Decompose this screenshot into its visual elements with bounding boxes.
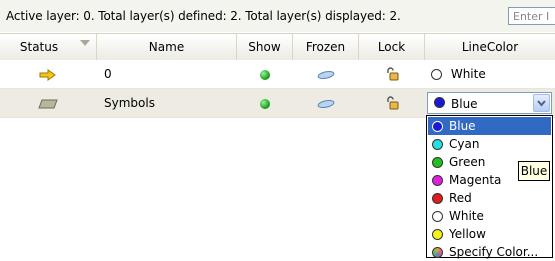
layer-name-cell[interactable]: Symbols <box>104 89 234 117</box>
show-cell[interactable] <box>237 60 292 88</box>
white-swatch-icon <box>431 69 442 80</box>
column-label-linecolor: LineColor <box>461 40 519 54</box>
option-label: Specify Color... <box>449 245 539 259</box>
unlocked-padlock-icon <box>386 96 398 110</box>
blue-swatch-icon <box>434 97 445 108</box>
cyan-swatch-icon <box>432 139 443 150</box>
color-dropdown-list: Blue Cyan Green Magenta Red White Yellow… <box>426 115 553 261</box>
layer-status-text: Active layer: 0. Total layer(s) defined:… <box>6 9 401 23</box>
unlocked-padlock-icon <box>386 67 398 81</box>
sort-arrow-icon <box>80 40 90 46</box>
visible-green-dot-icon <box>259 69 270 80</box>
layer-icon <box>38 99 58 108</box>
blue-swatch-icon <box>432 121 443 132</box>
white-swatch-icon <box>432 211 443 222</box>
status-cell[interactable] <box>0 60 96 88</box>
column-header-status[interactable]: Status <box>0 34 97 60</box>
option-label: Magenta <box>449 173 502 187</box>
column-label-status: Status <box>19 40 59 54</box>
sun-icon <box>317 99 334 108</box>
info-bar: Active layer: 0. Total layer(s) defined:… <box>0 0 555 32</box>
combo-selected-value: Blue <box>451 97 478 111</box>
layer-name-cell[interactable]: 0 <box>104 60 234 88</box>
show-cell[interactable] <box>237 89 292 117</box>
table-header: Status Name Show Frozen Lock LineColor <box>0 33 555 61</box>
color-option-red[interactable]: Red <box>428 189 551 207</box>
option-label: Green <box>449 155 486 169</box>
color-option-blue[interactable]: Blue <box>428 117 551 135</box>
column-header-name[interactable]: Name <box>97 34 237 60</box>
linecolor-label: White <box>450 67 486 81</box>
option-label: White <box>449 209 484 223</box>
linecolor-combo[interactable]: Blue <box>427 92 552 114</box>
column-header-linecolor[interactable]: LineColor <box>425 34 555 60</box>
color-option-specify[interactable]: Specify Color... <box>428 243 551 261</box>
linecolor-cell[interactable]: White <box>431 60 551 88</box>
color-wheel-icon <box>432 247 443 258</box>
column-header-frozen[interactable]: Frozen <box>293 34 359 60</box>
tooltip: Blue <box>518 161 550 181</box>
magenta-swatch-icon <box>432 175 443 186</box>
lock-cell[interactable] <box>359 60 424 88</box>
color-option-yellow[interactable]: Yellow <box>428 225 551 243</box>
sun-icon <box>317 70 334 79</box>
status-cell[interactable] <box>0 89 96 117</box>
dropdown-button[interactable] <box>533 94 550 112</box>
option-label: Cyan <box>449 137 480 151</box>
column-label-lock: Lock <box>377 40 406 54</box>
lock-cell[interactable] <box>359 89 424 117</box>
table-row[interactable]: 0 White <box>0 60 555 89</box>
color-option-cyan[interactable]: Cyan <box>428 135 551 153</box>
frozen-cell[interactable] <box>293 89 358 117</box>
chevron-down-icon <box>537 100 546 107</box>
visible-green-dot-icon <box>259 98 270 109</box>
column-header-lock[interactable]: Lock <box>359 34 425 60</box>
option-label: Red <box>449 191 472 205</box>
frozen-cell[interactable] <box>293 60 358 88</box>
green-swatch-icon <box>432 157 443 168</box>
column-label-show: Show <box>248 40 281 54</box>
arrow-right-icon <box>39 68 56 81</box>
red-swatch-icon <box>432 193 443 204</box>
filter-input[interactable] <box>508 7 555 25</box>
yellow-swatch-icon <box>432 229 443 240</box>
column-header-show[interactable]: Show <box>237 34 293 60</box>
column-label-name: Name <box>148 40 185 54</box>
column-label-frozen: Frozen <box>305 40 346 54</box>
color-option-white[interactable]: White <box>428 207 551 225</box>
option-label: Blue <box>449 119 476 133</box>
option-label: Yellow <box>449 227 486 241</box>
